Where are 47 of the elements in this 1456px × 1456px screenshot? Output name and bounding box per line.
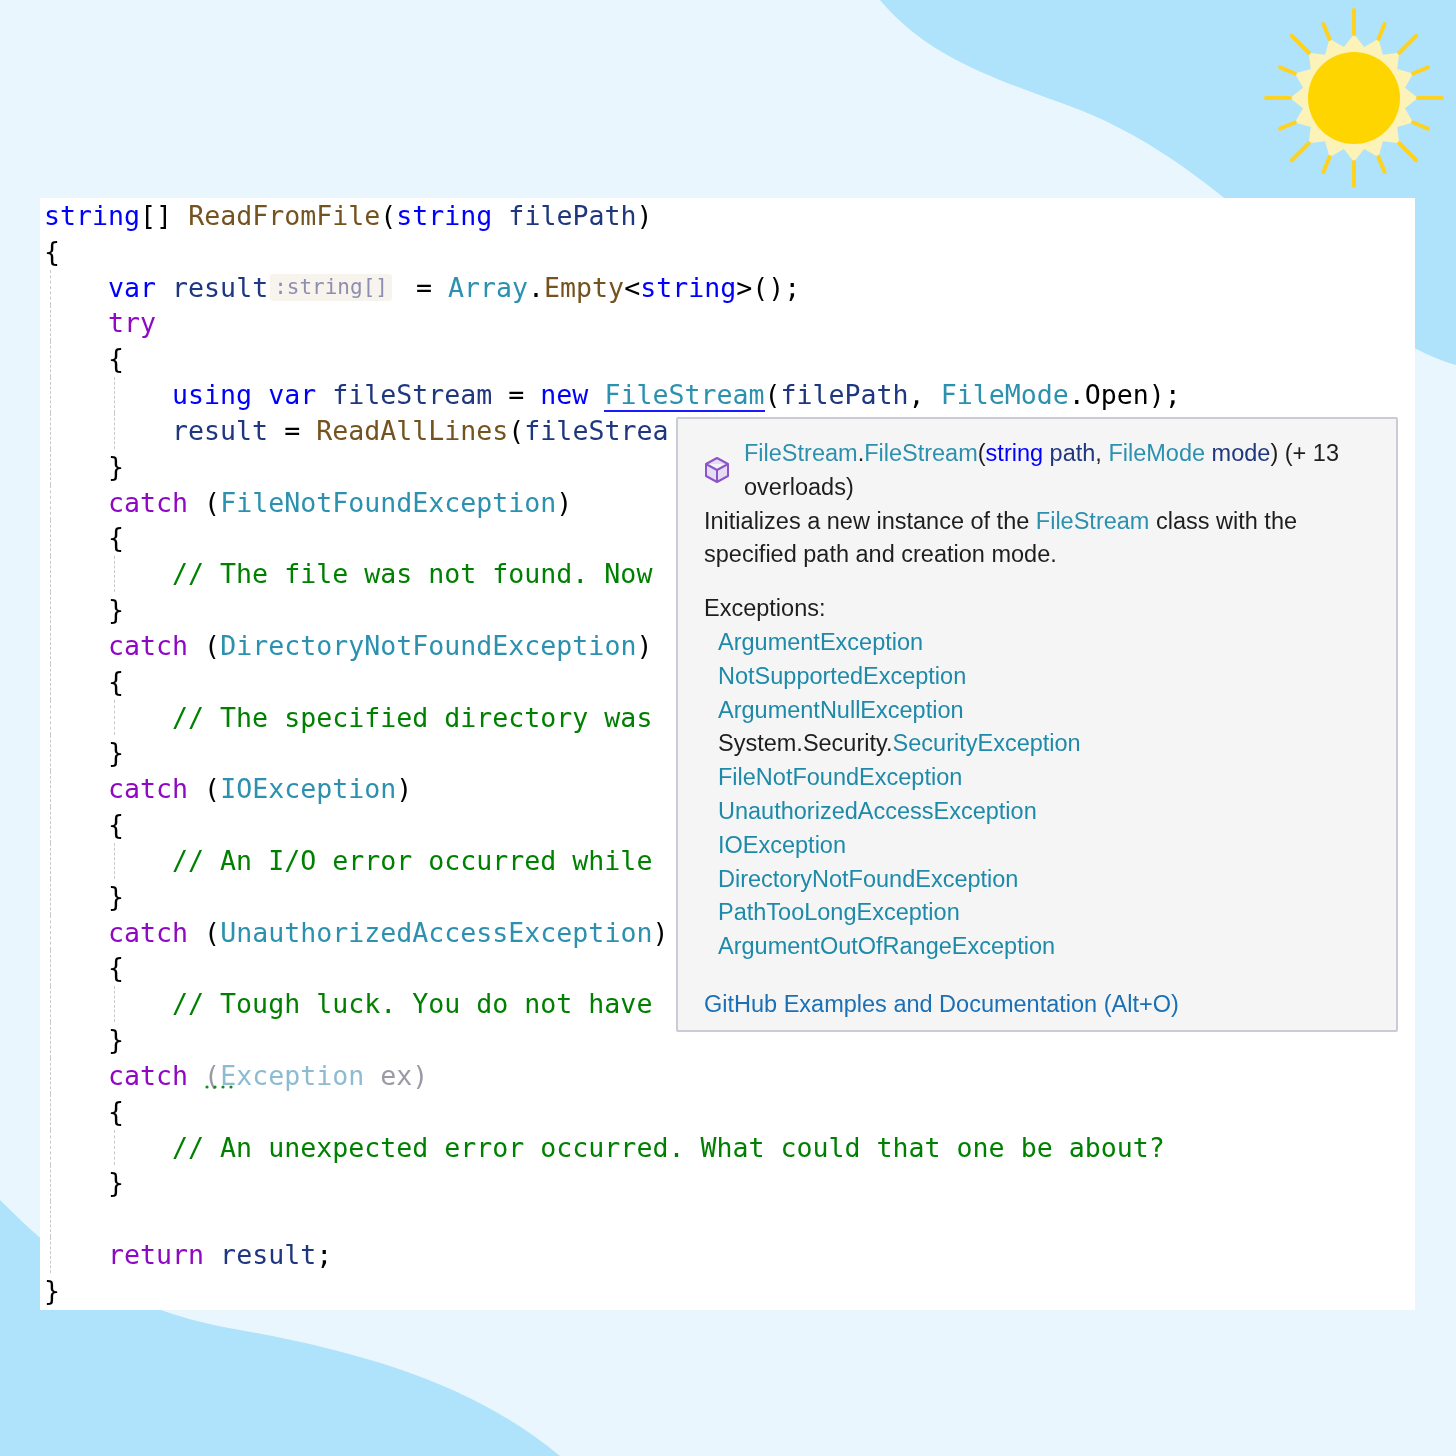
code-line: // An I/O error occurred while (172, 843, 653, 878)
code-line: catch (DirectoryNotFoundException) (108, 628, 653, 663)
exception-link[interactable]: PathTooLongException (718, 896, 960, 931)
code-line: { (44, 234, 60, 269)
code-line: catch (Exception ex) (108, 1058, 429, 1093)
code-line: // The file was not found. Now (172, 557, 653, 592)
inlay-type-hint: :string[] (270, 274, 392, 302)
code-line: var result (108, 270, 269, 305)
code-line: catch (FileNotFoundException) (108, 485, 573, 520)
code-line: // An unexpected error occurred. What could that one be about? (172, 1130, 1165, 1165)
exception-link[interactable]: ArgumentException (718, 626, 924, 660)
code-line: } (44, 1273, 60, 1308)
code-line: { (108, 1094, 125, 1129)
code-line: } (108, 879, 125, 914)
code-line: = Array.Empty<string>(); (414, 270, 801, 305)
code-line: result = ReadAllLines(fileStrea (172, 413, 669, 448)
exception-link[interactable]: ArgumentNullException (718, 693, 964, 728)
code-line: // Tough luck. You do not have (172, 987, 653, 1022)
exception-link[interactable]: ArgumentOutOfRangeException (718, 930, 1056, 964)
code-line: using var fileStream = new FileStream(filePath, FileMode.Open); (172, 378, 1181, 413)
exception-link[interactable]: UnauthorizedAccessException (718, 794, 1037, 829)
exception-link[interactable]: IOException (718, 828, 846, 863)
code-line: { (108, 808, 125, 843)
description-text: Initializes a new instance of the FileStream class with the specified path and creation mode. (704, 506, 1299, 570)
code-line: { (108, 951, 125, 986)
code-line: } (108, 1023, 125, 1058)
exception-link[interactable]: System.Security.SecurityException (718, 727, 1081, 762)
code-line: { (108, 521, 125, 556)
code-line: } (108, 449, 125, 484)
code-line: try (108, 306, 157, 341)
exception-link[interactable]: FileNotFoundException (718, 761, 963, 795)
code-line: catch (UnauthorizedAccessException) (108, 915, 669, 950)
exception-link[interactable]: NotSupportedException (718, 659, 967, 694)
code-line: string[] ReadFromFile(string filePath) (44, 199, 653, 233)
cube-icon (702, 455, 732, 485)
code-line: { (108, 664, 125, 699)
code-line: } (108, 593, 125, 628)
exceptions-label: Exceptions: (704, 594, 827, 624)
code-line: return result; (108, 1238, 333, 1272)
code-line: // The specified directory was (172, 700, 653, 735)
code-line: } (108, 1166, 125, 1201)
documentation-link[interactable]: GitHub Examples and Documentation (Alt+O) (704, 987, 1179, 1022)
code-line: { (108, 342, 125, 377)
method-signature: FileStream.FileStream(string path, FileMode mode) (+ 13 overloads) (744, 439, 1340, 502)
code-line: catch (IOException) (108, 772, 413, 807)
code-line: } (108, 736, 125, 771)
exception-link[interactable]: DirectoryNotFoundException (718, 862, 1019, 897)
